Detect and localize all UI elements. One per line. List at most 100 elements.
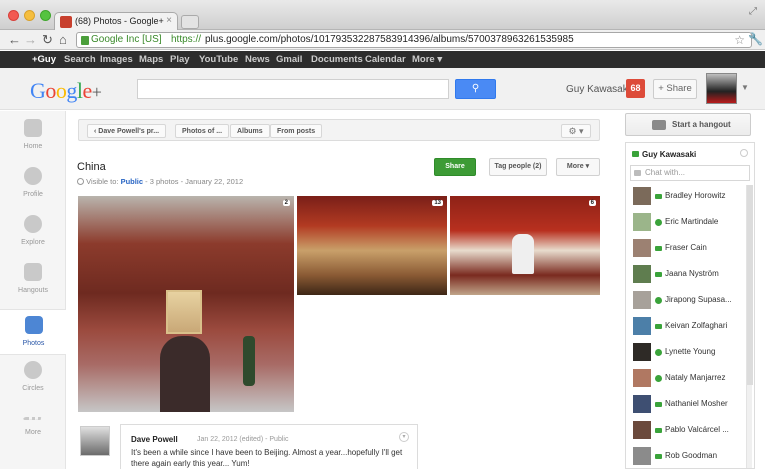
- gbar-maps[interactable]: Maps: [139, 54, 163, 65]
- start-hangout-label: Start a hangout: [672, 120, 731, 129]
- gbar-play[interactable]: Play: [170, 54, 190, 65]
- comment-count-badge: 2: [282, 200, 290, 206]
- start-hangout-button[interactable]: Start a hangout: [625, 113, 751, 136]
- bookmark-star-icon[interactable]: ☆: [734, 33, 745, 47]
- comment-text: It's been a while since I have been to B…: [131, 448, 403, 468]
- globe-icon: [77, 178, 84, 185]
- nav-label: Circles: [22, 385, 44, 392]
- browser-titlebar: (68) Photos - Google+ × ⤢: [0, 0, 765, 31]
- album-photo-count-date: - 3 photos - January 22, 2012: [143, 177, 244, 186]
- more-dots-icon: [23, 417, 43, 423]
- contact-item[interactable]: Nataly Manjarrez: [630, 369, 746, 389]
- notification-count-badge[interactable]: 68: [626, 79, 645, 98]
- browser-tab[interactable]: (68) Photos - Google+ ×: [54, 12, 178, 31]
- visibility-link[interactable]: Public: [121, 177, 144, 186]
- comment-author[interactable]: Dave Powell: [131, 435, 178, 444]
- address-bar[interactable]: Google Inc [US] https:// plus.google.com…: [76, 32, 752, 48]
- gbar-youtube[interactable]: YouTube: [199, 54, 238, 65]
- back-arrow-icon[interactable]: ←: [8, 32, 21, 48]
- scrollbar[interactable]: [746, 185, 753, 468]
- avatar: [633, 395, 651, 413]
- nav-circles[interactable]: Circles: [0, 361, 66, 407]
- video-status-icon: [655, 246, 662, 251]
- scroll-thumb[interactable]: [747, 185, 753, 385]
- search-icon: ⚲: [471, 83, 480, 94]
- avatar: [633, 421, 651, 439]
- chevron-down-icon[interactable]: ▼: [741, 83, 749, 92]
- contact-name: Bradley Horowitz: [665, 191, 726, 200]
- gbar-news[interactable]: News: [245, 54, 270, 65]
- contact-item[interactable]: Jaana Nyström: [630, 265, 746, 285]
- nav-explore[interactable]: Explore: [0, 215, 66, 261]
- contact-item[interactable]: Jirapong Supasa...: [630, 291, 746, 311]
- contact-item[interactable]: Lynette Young: [630, 343, 746, 363]
- search-input[interactable]: [137, 79, 449, 99]
- gbar-more[interactable]: More ▾: [412, 54, 442, 65]
- gbar-search[interactable]: Search: [64, 54, 96, 65]
- zoom-window-button[interactable]: [40, 10, 51, 21]
- wrench-icon[interactable]: 🔧: [748, 32, 763, 46]
- circles-icon: [24, 361, 42, 379]
- avatar: [633, 213, 651, 231]
- gear-icon[interactable]: ⚙ ▾: [561, 124, 591, 138]
- contact-item[interactable]: Keivan Zolfaghari: [630, 317, 746, 337]
- albums-crumb[interactable]: Albums: [230, 124, 270, 138]
- chat-placeholder: Chat with...: [645, 168, 686, 177]
- more-button[interactable]: More ▾: [556, 158, 600, 176]
- gbar-images[interactable]: Images: [100, 54, 133, 65]
- tab-close-icon[interactable]: ×: [166, 15, 172, 26]
- back-to-profile-crumb[interactable]: ‹ Dave Powell's pr...: [87, 124, 167, 138]
- contact-item[interactable]: Rob Goodman: [630, 447, 746, 467]
- contact-item[interactable]: Bradley Horowitz: [630, 187, 746, 207]
- gbar-documents[interactable]: Documents: [311, 54, 363, 65]
- gbar-calendar[interactable]: Calendar: [365, 54, 406, 65]
- user-name-link[interactable]: Guy Kawasaki: [566, 84, 630, 95]
- share-button[interactable]: + Share: [653, 79, 697, 99]
- account-avatar[interactable]: [706, 73, 737, 104]
- chevron-down-icon[interactable]: ▾: [399, 432, 409, 442]
- contact-name: Jaana Nyström: [665, 269, 719, 278]
- nav-profile[interactable]: Profile: [0, 167, 66, 213]
- photo-food-stall[interactable]: 13: [297, 196, 447, 295]
- photo-tiananmen[interactable]: 2: [78, 196, 294, 412]
- contact-item[interactable]: Nathaniel Mosher: [630, 395, 746, 415]
- minimize-window-button[interactable]: [24, 10, 35, 21]
- reload-icon[interactable]: ↻: [42, 32, 53, 48]
- comment: Dave Powell Jan 22, 2012 (edited) - Publ…: [120, 424, 418, 469]
- share-album-button[interactable]: Share: [434, 158, 476, 176]
- tag-people-button[interactable]: Tag people (2): [489, 158, 547, 176]
- nav-hangouts[interactable]: Hangouts: [0, 263, 66, 309]
- chevron-down-icon[interactable]: [740, 149, 748, 157]
- from-posts-crumb[interactable]: From posts: [270, 124, 323, 138]
- home-icon[interactable]: ⌂: [59, 32, 67, 48]
- photo-vendor[interactable]: 6: [450, 196, 600, 295]
- forward-arrow-icon[interactable]: →: [24, 32, 37, 48]
- chat-search-input[interactable]: Chat with...: [630, 165, 750, 181]
- close-window-button[interactable]: [8, 10, 19, 21]
- camera-icon: [24, 316, 43, 334]
- video-camera-icon: [652, 120, 666, 130]
- nav-label: Home: [23, 143, 43, 150]
- avatar: [633, 447, 651, 465]
- nav-home[interactable]: Home: [0, 119, 66, 165]
- avatar[interactable]: [80, 426, 110, 456]
- nav-photos[interactable]: Photos: [0, 309, 67, 355]
- photos-of-crumb[interactable]: Photos of ...: [175, 124, 230, 138]
- contact-item[interactable]: Pablo Valcárcel ...: [630, 421, 746, 441]
- search-button[interactable]: ⚲: [455, 79, 496, 99]
- album-meta: Visible to: Public - 3 photos - January …: [77, 177, 243, 186]
- contact-item[interactable]: Fraser Cain: [630, 239, 746, 259]
- contact-name: Fraser Cain: [665, 243, 707, 252]
- chat-user-header[interactable]: Guy Kawasaki: [632, 150, 696, 159]
- avatar: [633, 187, 651, 205]
- tab-title: (68) Photos - Google+: [75, 16, 164, 26]
- nav-more[interactable]: More: [0, 411, 66, 457]
- avatar: [633, 343, 651, 361]
- gbar-plus-guy[interactable]: +Guy: [32, 54, 56, 65]
- google-plus-logo[interactable]: Google+: [30, 78, 102, 104]
- contact-item[interactable]: Eric Martindale: [630, 213, 746, 233]
- gbar-gmail[interactable]: Gmail: [276, 54, 302, 65]
- new-tab-button[interactable]: [181, 15, 199, 29]
- nav-label: Hangouts: [18, 287, 48, 294]
- video-status-icon: [655, 272, 662, 277]
